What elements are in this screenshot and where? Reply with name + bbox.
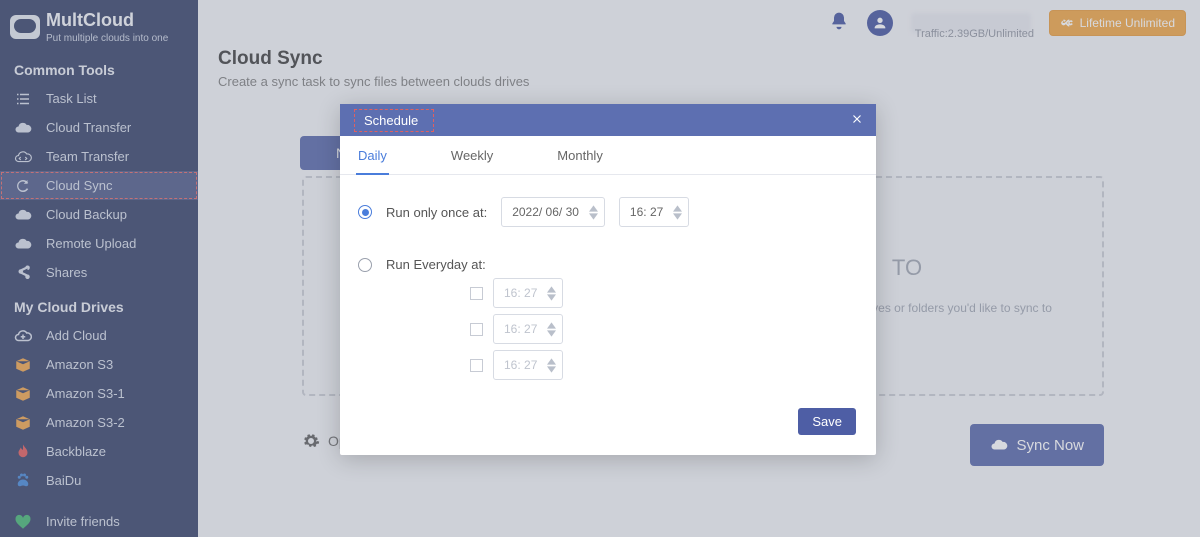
run-once-label: Run only once at:	[386, 205, 487, 220]
tab-daily[interactable]: Daily	[356, 136, 389, 175]
everyday-times: 16: 27 16: 27 16: 27	[470, 278, 858, 380]
run-everyday-label: Run Everyday at:	[386, 257, 486, 272]
everyday-time-value: 16: 27	[504, 358, 537, 372]
time-spinner[interactable]	[547, 322, 556, 337]
schedule-tabs: Daily Weekly Monthly	[340, 136, 876, 175]
close-icon[interactable]	[850, 112, 864, 129]
date-spinner[interactable]	[589, 205, 598, 220]
time-input[interactable]: 16: 27	[619, 197, 689, 227]
radio-run-everyday[interactable]	[358, 258, 372, 272]
chevron-up-icon	[547, 358, 556, 365]
everyday-time-row: 16: 27	[470, 314, 858, 344]
save-button[interactable]: Save	[798, 408, 856, 435]
everyday-time-row: 16: 27	[470, 278, 858, 308]
time-spinner[interactable]	[547, 358, 556, 373]
chevron-up-icon	[547, 322, 556, 329]
date-value: 2022/ 06/ 30	[512, 205, 579, 219]
schedule-modal: Schedule Daily Weekly Monthly Run only o…	[340, 104, 876, 455]
modal-footer: Save	[340, 398, 876, 455]
run-everyday-row: Run Everyday at:	[358, 257, 858, 272]
tab-weekly[interactable]: Weekly	[449, 136, 495, 174]
time-spinner[interactable]	[673, 205, 682, 220]
radio-run-once[interactable]	[358, 205, 372, 219]
modal-header: Schedule	[340, 104, 876, 136]
everyday-time-row: 16: 27	[470, 350, 858, 380]
chevron-down-icon	[547, 294, 556, 301]
everyday-time-value: 16: 27	[504, 286, 537, 300]
tab-monthly[interactable]: Monthly	[555, 136, 605, 174]
time-checkbox[interactable]	[470, 323, 483, 336]
time-checkbox[interactable]	[470, 359, 483, 372]
chevron-up-icon	[589, 205, 598, 212]
time-checkbox[interactable]	[470, 287, 483, 300]
everyday-time-input[interactable]: 16: 27	[493, 314, 563, 344]
chevron-down-icon	[589, 213, 598, 220]
everyday-time-input[interactable]: 16: 27	[493, 278, 563, 308]
time-spinner[interactable]	[547, 286, 556, 301]
chevron-up-icon	[673, 205, 682, 212]
everyday-time-value: 16: 27	[504, 322, 537, 336]
chevron-up-icon	[547, 286, 556, 293]
modal-title: Schedule	[352, 107, 436, 134]
everyday-time-input[interactable]: 16: 27	[493, 350, 563, 380]
chevron-down-icon	[673, 213, 682, 220]
chevron-down-icon	[547, 366, 556, 373]
time-value: 16: 27	[630, 205, 663, 219]
run-once-row: Run only once at: 2022/ 06/ 30 16: 27	[358, 197, 858, 227]
chevron-down-icon	[547, 330, 556, 337]
modal-body: Run only once at: 2022/ 06/ 30 16: 27 Ru…	[340, 175, 876, 398]
date-input[interactable]: 2022/ 06/ 30	[501, 197, 605, 227]
